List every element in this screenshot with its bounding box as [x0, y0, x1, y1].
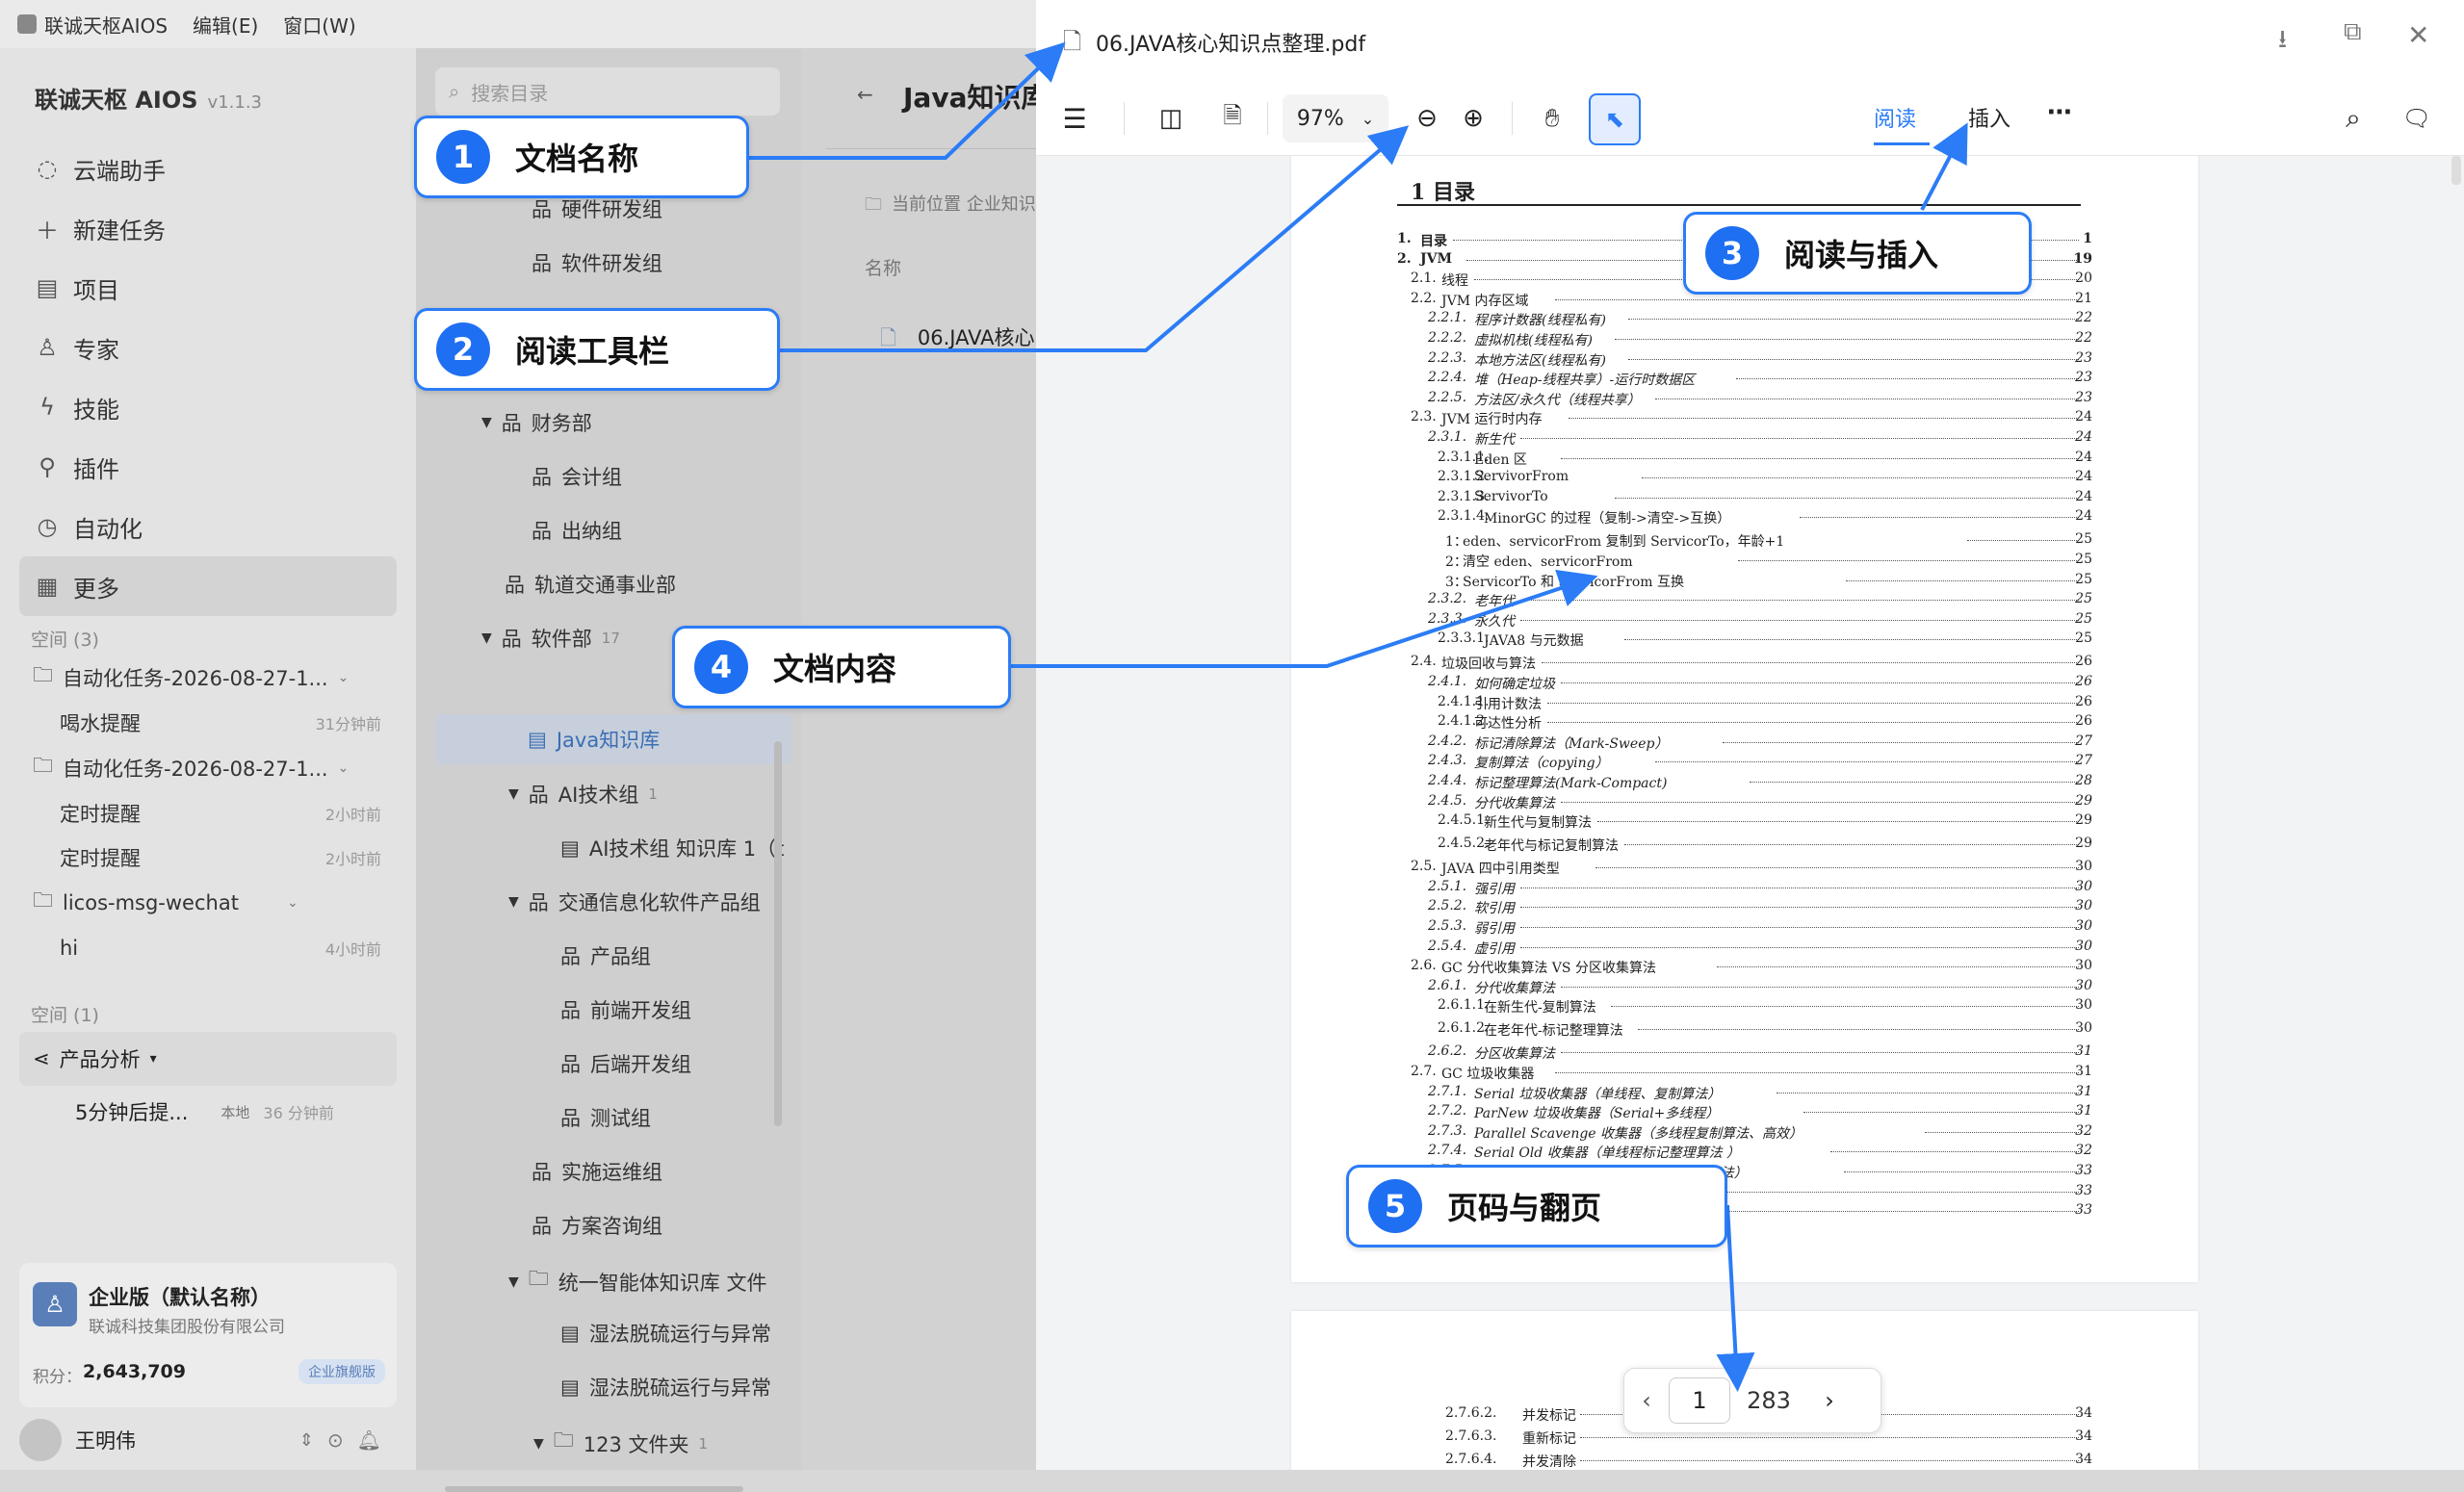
arrow-5 — [1716, 1204, 1755, 1392]
arrow-2 — [778, 125, 1410, 352]
callout-document-content: 4 文档内容 — [672, 626, 1011, 708]
callout-read-insert: 3 阅读与插入 — [1683, 212, 2032, 295]
callout-page-navigation: 5 页码与翻页 — [1346, 1165, 1727, 1248]
tree-hscrollbar[interactable] — [445, 1486, 743, 1492]
callout-document-name: 1 文档名称 — [414, 116, 749, 198]
arrow-1 — [749, 41, 1066, 160]
annotation-arrows — [749, 41, 1968, 1392]
callout-reading-toolbar: 2 阅读工具栏 — [414, 308, 780, 391]
arrow-4 — [1011, 569, 1598, 668]
arrow-3 — [1920, 122, 1968, 211]
